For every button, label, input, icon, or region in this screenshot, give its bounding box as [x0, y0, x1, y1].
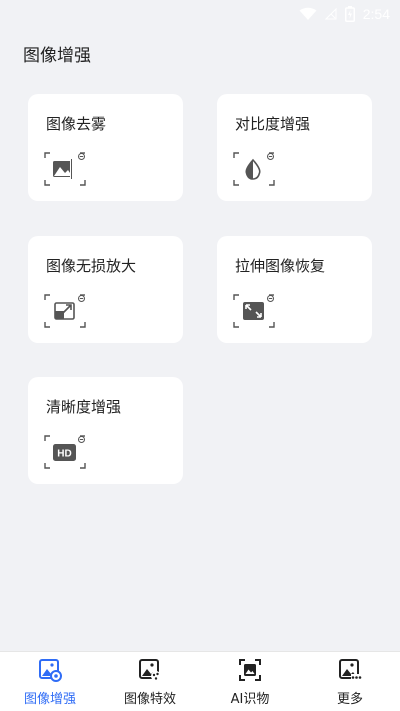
- status-bar: 2:54: [0, 0, 400, 28]
- image-dehaze-icon: [44, 152, 86, 186]
- card-lossless-enlarge[interactable]: 图像无损放大: [28, 236, 183, 343]
- image-enhance-icon: [39, 659, 62, 682]
- contrast-icon: [233, 152, 275, 186]
- nav-item-image-enhance[interactable]: 图像增强: [0, 652, 100, 711]
- card-clarity-enhance[interactable]: 清晰度增强 HD: [28, 377, 183, 484]
- card-label: 图像去雾: [46, 115, 107, 133]
- signal-off-icon: [324, 8, 337, 20]
- nav-label: 图像增强: [23, 692, 76, 707]
- nav-label: AI识物: [230, 692, 270, 707]
- card-stretch-restore[interactable]: 拉伸图像恢复: [217, 236, 372, 343]
- wifi-icon: [299, 7, 317, 20]
- nav-label: 更多: [336, 692, 363, 707]
- nav-label: 图像特效: [123, 692, 176, 707]
- nav-item-more[interactable]: 更多: [300, 652, 400, 711]
- card-label: 拉伸图像恢复: [235, 257, 326, 275]
- card-label: 图像无损放大: [46, 257, 137, 275]
- card-image-dehaze[interactable]: 图像去雾: [28, 94, 183, 201]
- ai-recognize-icon: [239, 659, 261, 681]
- hd-icon: HD: [44, 435, 86, 469]
- battery-icon: [344, 6, 355, 22]
- nav-item-image-effects[interactable]: 图像特效: [100, 652, 200, 711]
- svg-text:HD: HD: [57, 449, 71, 460]
- card-label: 对比度增强: [235, 115, 311, 133]
- bottom-nav: 图像增强 图像特效 AI识物 更多: [0, 651, 400, 711]
- card-contrast-enhance[interactable]: 对比度增强: [217, 94, 372, 201]
- card-label: 清晰度增强: [46, 398, 122, 416]
- page-title: 图像增强: [23, 46, 91, 66]
- nav-item-ai-recognize[interactable]: AI识物: [200, 652, 300, 711]
- more-icon: [339, 659, 362, 681]
- stretch-restore-icon: [233, 294, 275, 328]
- status-time: 2:54: [362, 6, 390, 22]
- image-effects-icon: [139, 659, 161, 681]
- lossless-enlarge-icon: [44, 294, 86, 328]
